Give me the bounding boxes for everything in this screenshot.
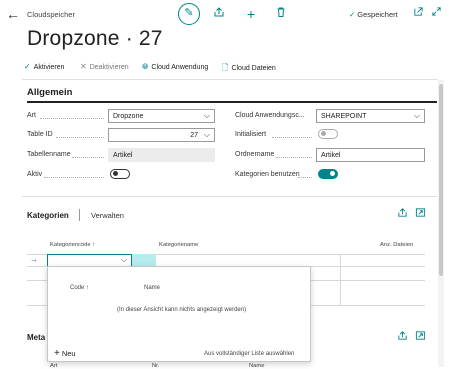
- lookup-col-code[interactable]: Code ↑: [70, 285, 89, 291]
- breadcrumb[interactable]: Cloudspeicher: [27, 10, 75, 19]
- action-bar: ✓ Aktivieren ✕ Deaktivieren 🌐︎ Cloud Anwend…: [24, 62, 324, 74]
- empty-message: (In dieser Ansicht kann nichts angezeigt…: [117, 307, 247, 313]
- check-icon: ✓: [349, 10, 356, 19]
- fullscreen-icon[interactable]: [412, 207, 428, 223]
- chevron-down-icon: ⌵: [203, 111, 210, 120]
- cloud-app-label: Cloud Anwendungsc...: [235, 112, 305, 119]
- leader-dots: [298, 172, 312, 178]
- lookup-dropdown: Code ↑ Name (In dieser Ansicht kann nich…: [47, 266, 311, 362]
- active-toggle[interactable]: [110, 169, 130, 179]
- cloud-files-button[interactable]: 🗋︎ Cloud Dateien: [222, 62, 276, 76]
- table-id-field[interactable]: 27 ⌵: [108, 128, 215, 142]
- meta-col-name[interactable]: Name: [249, 363, 264, 369]
- table-name-label: Tabellenname: [27, 151, 71, 158]
- divider: [22, 79, 438, 80]
- folder-name-label: Ordnername: [235, 151, 275, 158]
- use-categories-toggle[interactable]: [318, 169, 338, 179]
- use-categories-label: Kategorien benutzen: [235, 171, 300, 178]
- leader-dots: [276, 152, 312, 158]
- document-icon: 🗋︎: [222, 63, 229, 72]
- share-icon[interactable]: [211, 6, 227, 22]
- leader-dots: [72, 152, 104, 158]
- leader-dots: [40, 113, 104, 119]
- top-bar: ← Cloudspeicher ✎ + ✓ Gespeichert: [0, 0, 450, 30]
- chevron-down-icon: ⌵: [203, 130, 210, 139]
- delete-trash-icon[interactable]: [273, 6, 289, 22]
- expand-icon[interactable]: [428, 6, 444, 22]
- cloud-app-select[interactable]: SHAREPOINT ⌵: [316, 109, 425, 123]
- col-category-code[interactable]: Kategoriencode ↑: [50, 242, 95, 248]
- check-icon: ✓: [24, 62, 31, 71]
- manage-tab[interactable]: Verwalten: [91, 211, 124, 220]
- new-button[interactable]: + Neu: [54, 348, 76, 359]
- initialized-label: Initialisiert: [235, 131, 267, 138]
- toggle-knob: [321, 131, 326, 137]
- section-underline: [27, 101, 437, 103]
- meta-section-title[interactable]: Meta: [27, 333, 45, 342]
- leader-dots: [272, 132, 312, 138]
- art-select[interactable]: Dropzone ⌵: [108, 109, 215, 123]
- initialized-toggle: [318, 129, 338, 139]
- plus-icon: +: [54, 348, 60, 359]
- leader-dots: [56, 132, 104, 138]
- deactivate-button[interactable]: ✕ Deaktivieren: [80, 62, 129, 71]
- table-id-label: Table ID: [27, 131, 53, 138]
- scrollbar-thumb[interactable]: [439, 84, 443, 276]
- categories-tab[interactable]: Kategorien: [27, 211, 69, 220]
- saved-status: ✓ Gespeichert: [349, 10, 398, 19]
- row-arrow-icon: →: [30, 255, 38, 264]
- meta-col-art[interactable]: Art: [50, 363, 57, 369]
- leader-dots: [44, 172, 104, 178]
- lookup-col-name[interactable]: Name: [144, 285, 160, 291]
- share-icon[interactable]: [394, 207, 410, 223]
- col-file-count[interactable]: Anz. Dateien: [380, 242, 413, 248]
- general-section-title[interactable]: Allgemein: [27, 87, 72, 98]
- share-icon[interactable]: [394, 330, 410, 346]
- x-icon: ✕: [80, 62, 87, 71]
- add-icon[interactable]: +: [243, 6, 259, 22]
- activate-button[interactable]: ✓ Aktivieren: [24, 62, 64, 71]
- page-title: Dropzone · 27: [27, 27, 163, 50]
- toggle-knob: [330, 171, 335, 177]
- chevron-down-icon: ⌵: [120, 255, 127, 264]
- chevron-down-icon: ⌵: [413, 111, 420, 120]
- col-category-name[interactable]: Kategoriename: [159, 242, 198, 248]
- edit-pencil-icon[interactable]: ✎: [178, 3, 200, 25]
- toggle-knob: [113, 171, 118, 177]
- tab-separator: [79, 209, 80, 221]
- cloud-application-button[interactable]: 🌐︎ Cloud Anwendung: [142, 62, 208, 72]
- active-label: Aktiv: [27, 171, 43, 178]
- fullscreen-icon[interactable]: [412, 330, 428, 346]
- globe-icon: 🌐︎: [142, 62, 149, 71]
- divider: [22, 196, 438, 197]
- table-name-field: Artikel: [108, 148, 215, 162]
- select-from-full-list-link[interactable]: Aus vollständiger Liste auswählen: [204, 351, 294, 357]
- meta-col-nr[interactable]: Nr.: [152, 363, 159, 369]
- folder-name-field[interactable]: Artikel: [316, 148, 425, 162]
- art-label: Art: [27, 112, 36, 119]
- back-arrow-icon[interactable]: ←: [6, 6, 22, 22]
- open-new-window-icon[interactable]: [410, 6, 426, 22]
